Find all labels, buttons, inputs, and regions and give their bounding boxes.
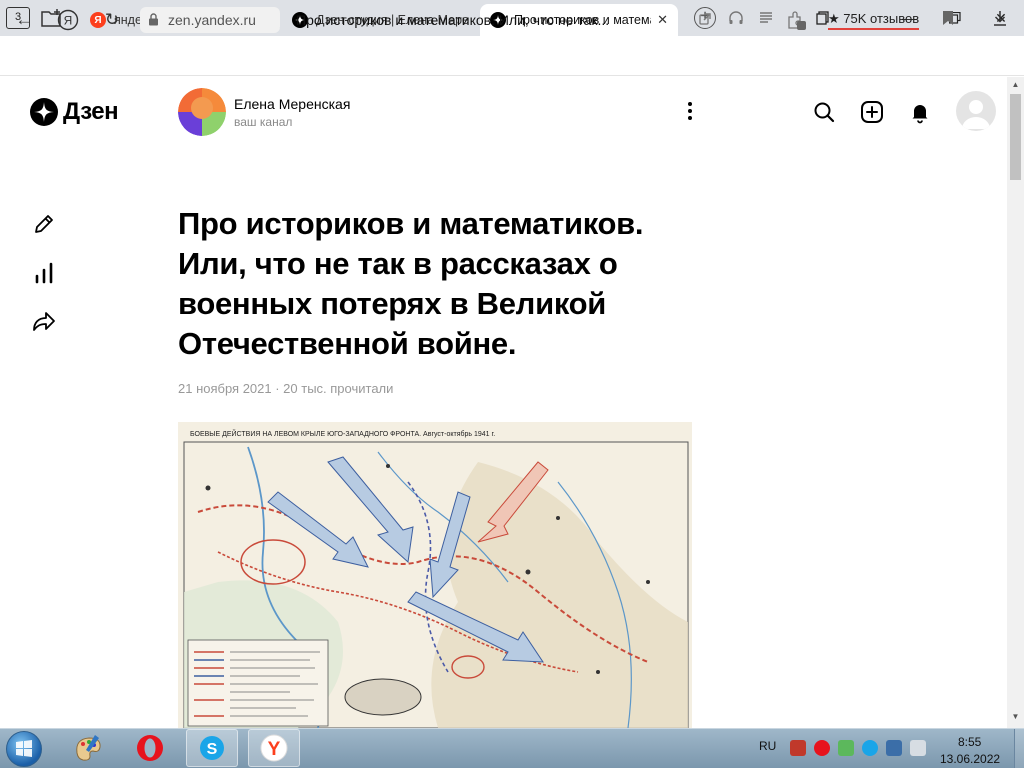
zen-logo[interactable]: Дзен — [30, 98, 119, 126]
yandex-browser-icon[interactable]: Y — [248, 729, 300, 767]
article-map-image[interactable]: БОЕВЫЕ ДЕЙСТВИЯ НА ЛЕВОМ КРЫЛЕ ЮГО-ЗАПАД… — [178, 422, 692, 728]
article-meta: 21 ноября 2021 · 20 тыс. прочитали — [178, 381, 394, 396]
share-link-icon[interactable] — [696, 10, 716, 30]
skype-tray-icon[interactable] — [862, 740, 878, 756]
channel-avatar[interactable] — [178, 88, 226, 136]
address-page-title[interactable]: Про историков и математиков. Или, что не… — [296, 12, 686, 28]
create-post-icon[interactable] — [860, 100, 884, 124]
share-icon[interactable] — [32, 309, 56, 333]
lock-icon[interactable] — [148, 13, 159, 26]
clock-time[interactable]: 8:55 — [958, 735, 981, 749]
reviews-label: 75K отзывов — [843, 11, 920, 26]
opera-tray-icon[interactable] — [814, 740, 830, 756]
back-arrow-icon[interactable]: ← — [12, 8, 36, 32]
no-sound-icon[interactable] — [790, 740, 806, 756]
channel-name[interactable]: Елена Меренская — [234, 96, 350, 112]
browser-toolbar — [0, 36, 1024, 76]
extension-badge: 4 — [800, 56, 806, 66]
paint-icon[interactable] — [62, 729, 114, 767]
start-button[interactable] — [6, 731, 42, 767]
channel-subtitle: ваш канал — [234, 115, 293, 129]
app-tray-icon[interactable] — [838, 740, 854, 756]
zen-logo-text: Дзен — [63, 98, 119, 125]
notifications-bell-icon[interactable] — [908, 100, 932, 124]
search-icon[interactable] — [812, 100, 836, 124]
scroll-down-arrow-icon[interactable]: ▼ — [1010, 712, 1021, 724]
headphones-icon[interactable] — [726, 10, 746, 30]
show-desktop-button[interactable] — [1014, 729, 1024, 768]
svg-text:Я: Я — [64, 14, 73, 28]
extensions-icon[interactable] — [786, 10, 806, 30]
clock-date[interactable]: 13.06.2022 — [940, 752, 1000, 766]
skype-icon[interactable]: S — [186, 729, 238, 767]
edit-pencil-icon[interactable] — [32, 212, 56, 236]
reload-icon[interactable]: ↻ — [100, 8, 124, 32]
reader-mode-icon[interactable] — [756, 10, 776, 30]
download-icon[interactable] — [990, 10, 1010, 30]
language-indicator[interactable]: RU — [759, 739, 776, 753]
address-domain[interactable]: zen.yandex.ru — [168, 12, 256, 28]
user-avatar[interactable] — [956, 91, 996, 131]
more-options-icon[interactable] — [680, 99, 700, 123]
network-icon[interactable] — [886, 740, 902, 756]
scroll-up-arrow-icon[interactable]: ▲ — [1010, 80, 1021, 92]
reviews-button[interactable]: ★ 75K отзывов — [828, 11, 920, 30]
bookmark-icon[interactable] — [938, 10, 958, 30]
svg-text:Y: Y — [268, 739, 281, 760]
star-icon: ★ — [828, 11, 840, 26]
opera-icon[interactable] — [124, 729, 176, 767]
scrollbar-thumb[interactable] — [1010, 94, 1021, 180]
svg-text:S: S — [207, 741, 218, 758]
map-caption: БОЕВЫЕ ДЕЙСТВИЯ НА ЛЕВОМ КРЫЛЕ ЮГО-ЗАПАД… — [190, 429, 495, 438]
yandex-home-icon[interactable]: Я — [56, 8, 80, 32]
zen-logo-icon — [30, 98, 58, 126]
speaker-icon[interactable] — [910, 740, 926, 756]
statistics-icon[interactable] — [32, 261, 56, 285]
article-title: Про историков и математиков. Или, что не… — [178, 206, 644, 361]
